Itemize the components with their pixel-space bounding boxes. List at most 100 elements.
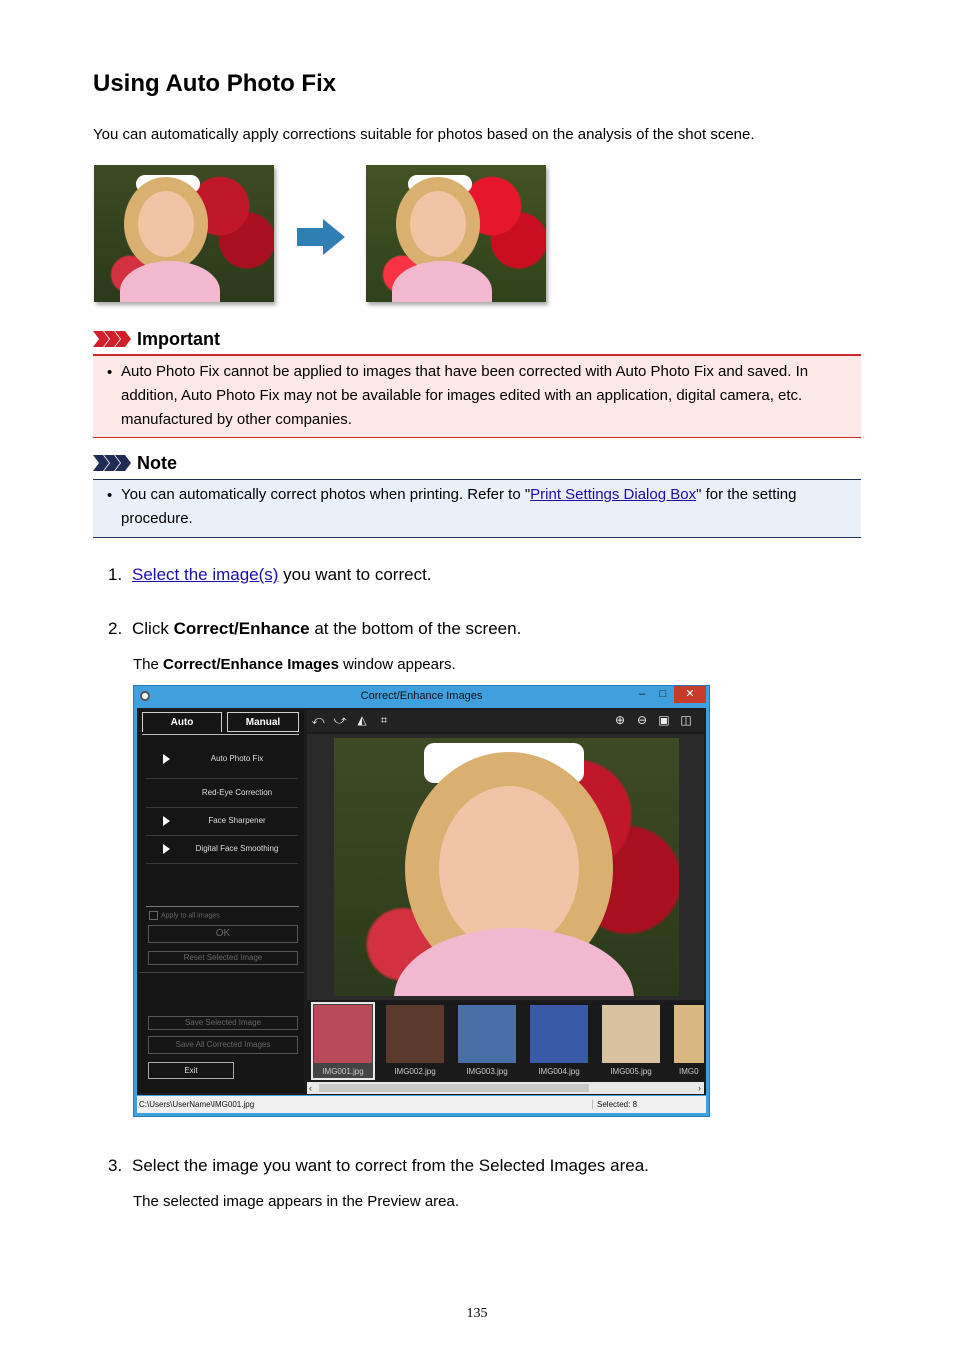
after-photo	[366, 165, 546, 302]
thumbnail-image	[314, 1005, 372, 1063]
divider	[146, 906, 299, 907]
window-title: Correct/Enhance Images	[360, 690, 483, 702]
maximize-button[interactable]: □	[653, 686, 673, 703]
thumbnail-caption: IMG002.jpg	[394, 1067, 436, 1076]
note-text: You can automatically correct photos whe…	[121, 483, 857, 531]
step-2: 2. Click Correct/Enhance at the bottom of…	[108, 619, 521, 639]
checkbox-icon	[149, 911, 158, 920]
note-chevrons-icon	[93, 455, 131, 471]
compare-view-icon[interactable]: ◫	[679, 713, 693, 727]
thumbnail-caption: IMG001.jpg	[322, 1067, 364, 1076]
thumbnail-image	[458, 1005, 516, 1063]
step-2-sub: The Correct/Enhance Images window appear…	[133, 656, 456, 673]
thumbnail-caption: IMG003.jpg	[466, 1067, 508, 1076]
sub-text: The	[133, 656, 164, 673]
thumbnail-image	[674, 1005, 704, 1063]
tool-label: Auto Photo Fix	[210, 754, 264, 763]
important-text: Auto Photo Fix cannot be applied to imag…	[121, 363, 809, 428]
apply-all-checkbox[interactable]: Apply to all images	[149, 911, 220, 920]
before-photo	[94, 165, 274, 302]
flip-icon[interactable]: ◭	[355, 713, 369, 727]
thumbnail-caption: IMG004.jpg	[538, 1067, 580, 1076]
note-text-before: You can automatically correct photos whe…	[121, 486, 531, 503]
thumbnail-caption: IMG0	[679, 1067, 699, 1076]
zoom-out-icon[interactable]: ⊖	[635, 713, 649, 727]
step-text: at the bottom of the screen.	[309, 619, 522, 638]
important-heading: Important	[93, 327, 220, 351]
tab-auto[interactable]: Auto	[142, 712, 222, 732]
note-label: Note	[137, 452, 177, 473]
status-path: C:\Users\UserName\IMG001.jpg	[139, 1100, 255, 1109]
select-images-link[interactable]: Select the image(s)	[132, 565, 278, 584]
bullet: •	[107, 487, 113, 504]
important-box: • Auto Photo Fix cannot be applied to im…	[93, 354, 861, 438]
save-all-corrected-images-button[interactable]: Save All Corrected Images	[148, 1036, 298, 1054]
close-button[interactable]: ✕	[674, 686, 706, 703]
thumbnail-caption: IMG005.jpg	[610, 1067, 652, 1076]
scroll-left-icon[interactable]: ‹	[309, 1082, 312, 1094]
note-box: • You can automatically correct photos w…	[93, 479, 861, 538]
tool-red-eye-correction[interactable]: Red-Eye Correction	[146, 779, 298, 808]
print-settings-link[interactable]: Print Settings Dialog Box	[530, 486, 696, 503]
thumbnail[interactable]: IMG001.jpg	[311, 1002, 375, 1080]
sub-bold: Correct/Enhance Images	[163, 656, 339, 673]
thumbnail-image	[530, 1005, 588, 1063]
window-body: Auto Manual Auto Photo Fix Red-Eye Corre…	[137, 708, 706, 1095]
thumbnail[interactable]: IMG0	[673, 1004, 704, 1078]
exit-button[interactable]: Exit	[148, 1062, 234, 1079]
tool-face-sharpener[interactable]: Face Sharpener	[146, 807, 298, 836]
ok-button[interactable]: OK	[148, 925, 298, 943]
bullet: •	[107, 364, 113, 381]
scroll-right-icon[interactable]: ›	[698, 1082, 701, 1094]
tool-auto-photo-fix[interactable]: Auto Photo Fix	[146, 740, 298, 779]
rotate-left-icon[interactable]: ⤺	[311, 713, 325, 727]
step-number: 1.	[108, 565, 123, 584]
step-number: 3.	[108, 1156, 123, 1175]
rotate-right-icon[interactable]: ⤻	[333, 713, 347, 727]
important-chevrons-icon	[93, 331, 131, 347]
important-label: Important	[137, 328, 220, 349]
step-text: you want to correct.	[278, 565, 432, 584]
page-number: 135	[466, 1306, 488, 1321]
step-text: Click	[132, 619, 174, 638]
thumbnail[interactable]: IMG002.jpg	[385, 1004, 445, 1078]
minimize-button[interactable]: –	[632, 686, 652, 703]
scroll-thumb[interactable]	[319, 1084, 589, 1092]
step-text: Select the image you want to correct fro…	[132, 1156, 649, 1175]
intro-text: You can automatically apply corrections …	[93, 126, 755, 143]
preview-area	[307, 734, 704, 1000]
step-number: 2.	[108, 619, 123, 638]
thumbnail-image	[602, 1005, 660, 1063]
step-3: 3. Select the image you want to correct f…	[108, 1156, 649, 1176]
page-title: Using Auto Photo Fix	[93, 70, 337, 97]
note-heading: Note	[93, 451, 177, 475]
window-titlebar: Correct/Enhance Images – □ ✕	[134, 686, 709, 708]
tool-list: Auto Photo Fix Red-Eye Correction Face S…	[142, 734, 299, 921]
step-3-sub: The selected image appears in the Previe…	[133, 1193, 460, 1210]
thumbnail[interactable]: IMG003.jpg	[457, 1004, 517, 1078]
divider	[139, 972, 304, 973]
correct-enhance-window: Correct/Enhance Images – □ ✕ Auto Manual…	[133, 685, 710, 1117]
step-bold: Correct/Enhance	[173, 619, 310, 638]
crop-icon[interactable]: ⌗	[377, 713, 391, 727]
thumbnail[interactable]: IMG004.jpg	[529, 1004, 589, 1078]
right-arrow-icon	[297, 219, 345, 255]
checkbox-label: Apply to all images	[161, 912, 220, 920]
tools-panel: Auto Manual Auto Photo Fix Red-Eye Corre…	[139, 710, 304, 1093]
single-view-icon[interactable]: ▣	[657, 713, 671, 727]
tool-label: Red-Eye Correction	[201, 788, 273, 797]
tool-label: Face Sharpener	[208, 816, 266, 825]
save-selected-image-button[interactable]: Save Selected Image	[148, 1016, 298, 1030]
tool-digital-face-smoothing[interactable]: Digital Face Smoothing	[146, 835, 298, 864]
selected-images-area: IMG001.jpg IMG002.jpg IMG003.jpg IMG004.…	[307, 1002, 704, 1082]
zoom-in-icon[interactable]: ⊕	[613, 713, 627, 727]
preview-image	[334, 738, 679, 996]
tab-manual[interactable]: Manual	[227, 712, 299, 732]
thumbnail-scrollbar[interactable]: ‹ ›	[307, 1082, 704, 1094]
preview-toolbar: ⤺ ⤻ ◭ ⌗ ⊕ ⊖ ▣ ◫	[307, 710, 704, 732]
tool-label: Digital Face Smoothing	[195, 844, 279, 853]
reset-selected-image-button[interactable]: Reset Selected Image	[148, 951, 298, 965]
thumbnail[interactable]: IMG005.jpg	[601, 1004, 661, 1078]
thumbnail-image	[386, 1005, 444, 1063]
sub-text: window appears.	[338, 656, 456, 673]
